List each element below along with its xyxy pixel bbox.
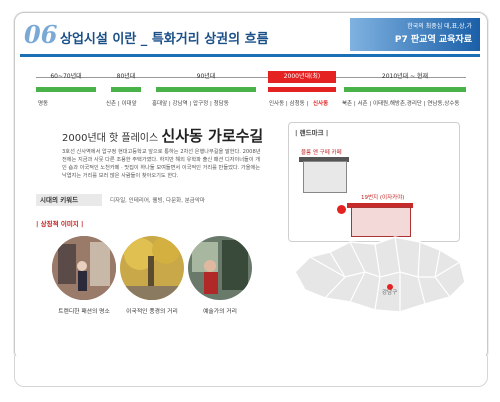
keyword-label: 시대의 키워드 bbox=[36, 194, 102, 206]
era-place: 북촌 | 서촌 | 이태원,해방촌,경리단 | 연남동,상수동 bbox=[342, 101, 460, 107]
era-place: 신촌 | 이대앞 bbox=[106, 101, 137, 107]
symbol-images-label: | 상징적 이미지 | bbox=[36, 220, 84, 228]
era-bar bbox=[111, 87, 141, 92]
era-timeline: 60~70년대 80년대 90년대 2000년대(최) 2010년대 ~ 현재 … bbox=[36, 70, 466, 120]
feature-heading-main: 신사동 가로수길 bbox=[161, 127, 264, 145]
header-brand-box: 한국의 최중심 대,표,상,가 P7 판교역 교육자료 bbox=[350, 18, 480, 51]
landmark-title: | 랜드마크 | bbox=[295, 129, 329, 137]
section-number: 06 bbox=[24, 20, 58, 49]
era-label: 2010년대 ~ 현재 bbox=[381, 73, 429, 80]
feature-description: 3호선 신사역에서 압구정 현대고등학교 앞으로 통하는 2차선 은행나무길을 … bbox=[62, 149, 261, 179]
landmark-cafe-label: 블룸 앤 구떼 카페 bbox=[301, 150, 342, 156]
landmark-panel: | 랜드마크 | 블룸 앤 구떼 카페 19번지 (이자카야) bbox=[288, 122, 460, 242]
era-label: 80년대 bbox=[116, 73, 136, 80]
era-label: 60~70년대 bbox=[50, 73, 82, 80]
art-street-photo-image bbox=[188, 236, 252, 300]
tree-street-photo-image bbox=[120, 236, 184, 300]
era-place-highlight: 신사동 bbox=[313, 101, 329, 107]
map-district-label: 강남구 bbox=[382, 290, 398, 296]
feature-heading: 2000년대 핫 플레이스 신사동 가로수길 bbox=[62, 125, 263, 146]
symbol-caption: 트렌디한 패션의 명소 bbox=[58, 309, 110, 315]
slide-header: 06 상업시설 이란 _ 특화거리 상권의 흐름 한국의 최중심 대,표,상,가… bbox=[20, 18, 480, 57]
district-map bbox=[294, 236, 466, 313]
fashion-street-photo bbox=[52, 236, 116, 300]
slide-title: 상업시설 이란 _ 특화거리 상권의 흐름 bbox=[60, 32, 269, 47]
cafe-building-illustration bbox=[303, 161, 347, 193]
era-place: 홍대앞 | 강남역 | 압구정 | 청담동 bbox=[152, 101, 229, 107]
era-place: 인사동 | 삼청동 | bbox=[269, 101, 309, 107]
era-bar bbox=[344, 87, 466, 92]
era-label: 90년대 bbox=[196, 73, 216, 80]
era-bar-highlight bbox=[268, 87, 336, 92]
landmark-address-label: 19번지 (이자카야) bbox=[361, 195, 405, 201]
slide-frame-bottom bbox=[14, 356, 488, 387]
era-place: 명동 bbox=[38, 101, 49, 107]
keyword-row: 시대의 키워드 디자일, 인테리어, 웰빙, 다문화, 분금악마 bbox=[36, 194, 266, 206]
location-pin-icon bbox=[337, 205, 346, 214]
keyword-list: 디자일, 인테리어, 웰빙, 다문화, 분금악마 bbox=[110, 198, 205, 204]
header-subtitle: 한국의 최중심 대,표,상,가 bbox=[407, 23, 472, 30]
feature-heading-prefix: 2000년대 핫 플레이스 bbox=[62, 133, 159, 144]
symbol-caption: 예술가의 거리 bbox=[203, 309, 237, 315]
era-bar bbox=[156, 87, 256, 92]
era-label-highlight: 2000년대(최) bbox=[268, 71, 336, 83]
symbol-caption: 이국적인 풍경의 거리 bbox=[126, 309, 178, 315]
header-document-name: P7 판교역 교육자료 bbox=[394, 35, 472, 45]
tree-street-photo bbox=[120, 236, 184, 300]
art-street-photo bbox=[188, 236, 252, 300]
fashion-street-photo-image bbox=[52, 236, 116, 300]
era-bar bbox=[36, 87, 96, 92]
